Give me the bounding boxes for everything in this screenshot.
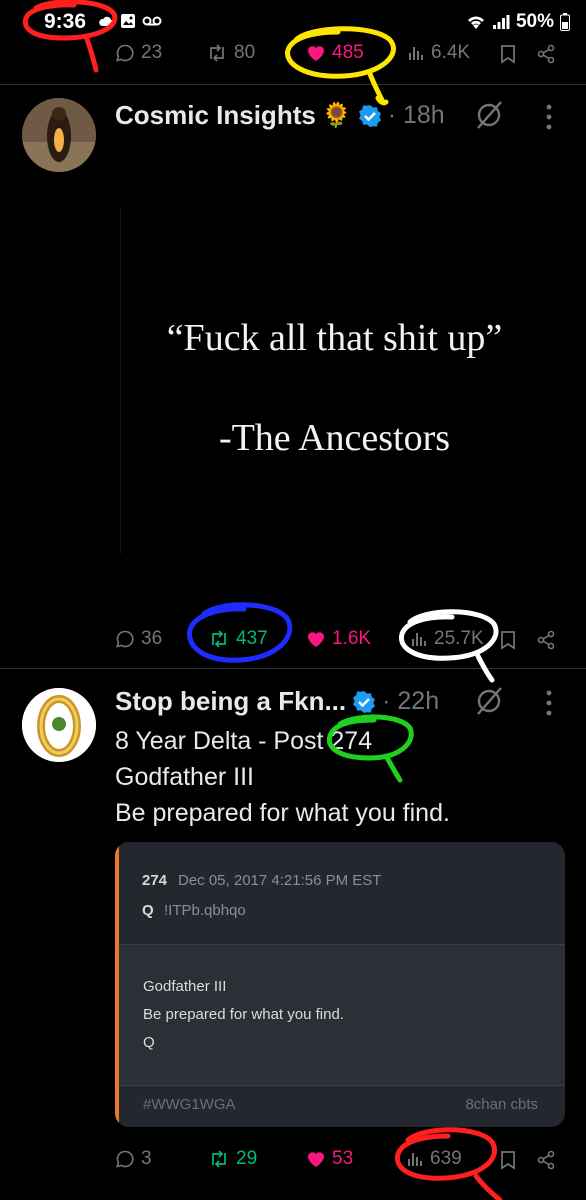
share-icon <box>537 44 555 64</box>
views-button[interactable]: 6.4K <box>407 42 470 64</box>
views-count: 639 <box>430 1148 462 1169</box>
bookmark-button[interactable] <box>500 630 516 650</box>
reply-icon <box>116 630 134 648</box>
divider <box>0 84 586 85</box>
share-button[interactable] <box>536 44 556 64</box>
repost-button[interactable]: 437 <box>208 628 268 650</box>
card-body-line: Be prepared for what you find. <box>143 1006 344 1023</box>
heart-icon <box>308 1152 324 1167</box>
sunflower-emoji: 🌻 <box>321 102 352 129</box>
views-button[interactable]: 639 <box>406 1148 462 1170</box>
grok-icon[interactable] <box>474 100 504 130</box>
avatar-image <box>22 98 96 172</box>
reply-icon <box>116 44 134 62</box>
avatar[interactable] <box>22 98 96 172</box>
views-button[interactable]: 25.7K <box>410 628 484 650</box>
post-time: · 18h <box>387 101 445 129</box>
verified-badge-icon <box>358 104 381 127</box>
views-count: 6.4K <box>431 42 471 63</box>
views-icon <box>408 1153 422 1166</box>
post-text-line: 8 Year Delta - Post 274 <box>115 727 373 755</box>
card-q: Q <box>142 902 154 919</box>
cloud-icon <box>99 16 114 26</box>
divider <box>0 668 586 669</box>
bookmark-button[interactable] <box>500 1150 516 1170</box>
views-count: 25.7K <box>434 628 484 649</box>
like-button[interactable]: 485 <box>306 42 364 64</box>
voicemail-icon <box>142 16 162 26</box>
more-options-icon[interactable] <box>545 104 553 130</box>
like-count: 53 <box>332 1148 354 1169</box>
bookmark-icon <box>501 1151 515 1170</box>
share-icon <box>537 1150 555 1170</box>
repost-button[interactable]: 29 <box>208 1148 257 1170</box>
heart-icon <box>308 46 324 61</box>
post-text-line: Be prepared for what you find. <box>115 799 450 827</box>
card-accent-bar <box>115 842 119 1127</box>
wifi-icon <box>467 16 484 29</box>
card-tripcode: !ITPb.qbhqo <box>164 902 246 919</box>
author-name[interactable]: Cosmic Insights <box>115 100 316 131</box>
reply-count: 3 <box>141 1148 152 1169</box>
signal-icon <box>492 15 510 29</box>
repost-count: 437 <box>236 628 268 649</box>
reply-button[interactable]: 23 <box>115 42 162 64</box>
verified-badge-icon <box>353 690 376 713</box>
views-icon <box>409 47 423 60</box>
like-count: 1.6K <box>332 628 372 649</box>
grok-icon[interactable] <box>474 686 504 716</box>
image-icon <box>121 14 135 28</box>
quote-attribution: -The Ancestors <box>218 417 451 459</box>
card-post-number: 274 <box>142 872 168 889</box>
repost-count: 80 <box>234 42 256 63</box>
post1-action-bar: 36 437 1.6K 25.7K <box>0 620 586 660</box>
heart-icon <box>308 632 324 647</box>
like-button[interactable]: 1.6K <box>306 628 371 650</box>
bookmark-button[interactable] <box>500 44 516 64</box>
post-image[interactable]: “Fuck all that shit up” -The Ancestors <box>120 208 548 554</box>
avatar-image <box>22 688 96 762</box>
card-body-line: Godfather III <box>143 978 227 995</box>
share-icon <box>537 630 555 650</box>
repost-icon <box>212 630 226 648</box>
status-time: 9:36 <box>44 10 87 33</box>
repost-count: 29 <box>236 1148 258 1169</box>
bookmark-icon <box>501 631 515 650</box>
bookmark-icon <box>501 45 515 64</box>
more-options-icon[interactable] <box>545 690 553 716</box>
embedded-image-card[interactable]: 274 Dec 05, 2017 4:21:56 PM EST Q !ITPb.… <box>115 842 565 1127</box>
battery-percent: 50% <box>515 11 554 32</box>
reply-button[interactable]: 36 <box>115 628 162 650</box>
card-date: Dec 05, 2017 4:21:56 PM EST <box>178 872 382 889</box>
top-action-bar: 23 80 485 6.4K <box>0 34 586 74</box>
like-count: 485 <box>332 42 364 63</box>
repost-icon <box>212 1150 226 1168</box>
share-button[interactable] <box>536 630 556 650</box>
post2-action-bar: 3 29 53 639 <box>0 1140 586 1180</box>
battery-icon <box>560 13 570 31</box>
reply-count: 36 <box>141 628 163 649</box>
like-button[interactable]: 53 <box>306 1148 353 1170</box>
repost-icon <box>210 44 224 62</box>
avatar[interactable] <box>22 688 96 762</box>
reply-count: 23 <box>141 42 163 63</box>
repost-button[interactable]: 80 <box>206 42 255 64</box>
reply-button[interactable]: 3 <box>115 1148 152 1170</box>
card-body-line: Q <box>143 1034 155 1051</box>
card-hashtag: #WWG1WGA <box>143 1096 236 1113</box>
reply-icon <box>116 1150 134 1168</box>
post-time: · 22h <box>382 687 440 715</box>
quote-text: “Fuck all that shit up” <box>166 317 503 359</box>
author-name[interactable]: Stop being a Fkn... <box>115 686 346 717</box>
views-icon <box>412 633 426 646</box>
share-button[interactable] <box>536 1150 556 1170</box>
card-source: 8chan cbts <box>465 1096 538 1113</box>
post-text-line: Godfather III <box>115 763 254 791</box>
